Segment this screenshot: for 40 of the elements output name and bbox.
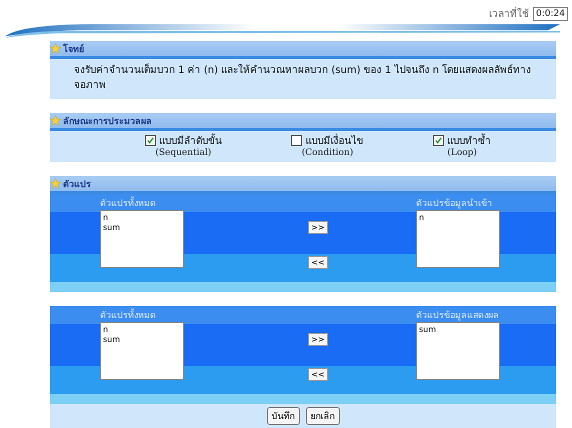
option-label: แบบมีเงื่อนไข	[305, 133, 364, 148]
star-icon	[50, 43, 61, 54]
list-label: ตัวแปรข้อมูลแสดงผล	[416, 310, 500, 322]
checkbox[interactable]	[144, 135, 156, 146]
list-label: ตัวแปรข้อมูลนำเข้า	[416, 198, 493, 210]
option-caption: (Sequential)	[155, 148, 212, 158]
remove-button[interactable]: <<	[308, 368, 328, 381]
form-button[interactable]: บันทึก	[266, 407, 300, 425]
list-box[interactable]: sum	[416, 322, 500, 380]
section-header: ลักษณะการประมวลผล	[50, 113, 556, 131]
section-header: ตัวแปร	[50, 176, 556, 194]
list-label: ตัวแปรทั้งหมด	[100, 308, 220, 322]
checkbox[interactable]	[433, 135, 444, 146]
star-icon	[50, 115, 61, 126]
list-item[interactable]: sum	[419, 325, 497, 335]
option-caption: (Loop)	[447, 148, 477, 158]
list-label: ตัวแปรทั้งหมด	[100, 196, 220, 210]
option-caption: (Condition)	[302, 148, 354, 158]
add-button[interactable]: >>	[308, 221, 328, 234]
list-item[interactable]: sum	[103, 335, 181, 345]
timer-label: เวลาที่ใช้	[489, 6, 530, 21]
list-item[interactable]: n	[419, 213, 497, 223]
star-icon	[50, 178, 61, 189]
form-button[interactable]: ยกเลิก	[306, 407, 340, 425]
section-header: โจทย์	[50, 41, 556, 59]
list-box[interactable]: n sum	[100, 210, 184, 268]
list-box[interactable]: n	[416, 210, 500, 268]
checkbox[interactable]	[291, 135, 302, 146]
list-item[interactable]: n	[103, 325, 181, 335]
checkmark-icon	[435, 137, 442, 144]
list-item[interactable]: sum	[103, 223, 181, 233]
add-button[interactable]: >>	[308, 333, 328, 346]
timer-field: 0:0:24	[533, 6, 568, 20]
remove-button[interactable]: <<	[308, 256, 328, 269]
option-label: แบบมีลำดับขั้น	[158, 133, 222, 148]
problem-text: จงรับค่าจำนวนเต็มบวก 1 ค่า (n) และให้คำนวณหาผลบวก (sum) ของ 1 ไปจนถึง n โดยแสดงผลลัพธ์ทางจอภาพ	[74, 63, 532, 93]
option-label: แบบทำซ้ำ	[447, 133, 492, 148]
list-box[interactable]: n sum	[100, 322, 184, 380]
list-item[interactable]: n	[103, 213, 181, 223]
checkmark-icon	[146, 137, 154, 144]
